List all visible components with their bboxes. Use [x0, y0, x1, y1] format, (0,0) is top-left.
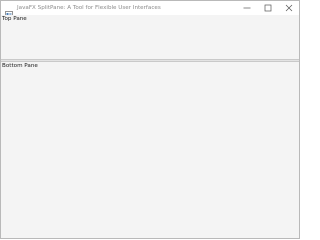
- window-title: JavaFX SplitPane: A Tool for Flexible Us…: [17, 5, 161, 11]
- bottom-pane-label: Bottom Pane: [2, 63, 38, 69]
- close-icon: [285, 4, 293, 12]
- bottom-pane: Bottom Pane: [1, 62, 299, 238]
- maximize-icon: [264, 4, 272, 12]
- title-bar[interactable]: JavaFX SplitPane: A Tool for Flexible Us…: [1, 1, 299, 19]
- top-pane-label: Top Pane: [2, 16, 27, 22]
- minimize-button[interactable]: [237, 1, 257, 15]
- minimize-icon: [243, 7, 251, 9]
- top-pane: Top Pane: [1, 15, 299, 59]
- java-app-icon: [5, 4, 13, 19]
- app-window: JavaFX SplitPane: A Tool for Flexible Us…: [0, 0, 300, 239]
- maximize-button[interactable]: [258, 1, 278, 15]
- close-button[interactable]: [279, 1, 299, 15]
